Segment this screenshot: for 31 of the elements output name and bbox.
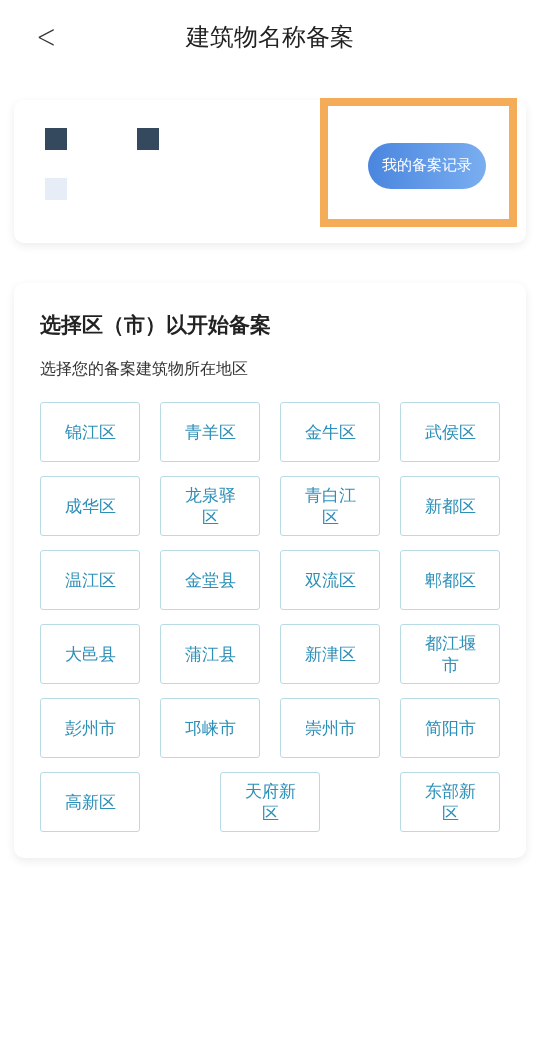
- region-button[interactable]: 青羊区: [160, 402, 260, 462]
- region-button[interactable]: 新都区: [400, 476, 500, 536]
- region-button[interactable]: 金堂县: [160, 550, 260, 610]
- region-button[interactable]: 彭州市: [40, 698, 140, 758]
- section-title: 选择区（市）以开始备案: [40, 312, 272, 339]
- region-button[interactable]: 锦江区: [40, 402, 140, 462]
- region-button[interactable]: 青白江区: [280, 476, 380, 536]
- redacted-block: [45, 127, 67, 150]
- region-button[interactable]: 成华区: [40, 476, 140, 536]
- region-button[interactable]: 温江区: [40, 550, 140, 610]
- redacted-block: [45, 177, 67, 200]
- region-button[interactable]: 都江堰市: [400, 624, 500, 684]
- my-records-button[interactable]: 我的备案记录: [368, 142, 486, 189]
- region-button[interactable]: 武侯区: [400, 402, 500, 462]
- region-button[interactable]: 龙泉驿区: [160, 476, 260, 536]
- region-button[interactable]: 郫都区: [400, 550, 500, 610]
- section-subtitle: 选择您的备案建筑物所在地区: [40, 359, 249, 380]
- region-button[interactable]: 新津区: [280, 624, 380, 684]
- region-button[interactable]: 高新区: [40, 772, 140, 832]
- region-button[interactable]: 大邑县: [40, 624, 140, 684]
- region-button[interactable]: 邛崃市: [160, 698, 260, 758]
- region-button[interactable]: 天府新区: [220, 772, 320, 832]
- region-button[interactable]: 东部新区: [400, 772, 500, 832]
- redacted-block: [137, 127, 159, 150]
- back-button[interactable]: <: [32, 16, 61, 56]
- region-button[interactable]: 简阳市: [400, 698, 500, 758]
- region-button[interactable]: 崇州市: [280, 698, 380, 758]
- page-title: 建筑物名称备案: [186, 22, 354, 53]
- region-button[interactable]: 蒲江县: [160, 624, 260, 684]
- region-button[interactable]: 双流区: [280, 550, 380, 610]
- region-button[interactable]: 金牛区: [280, 402, 380, 462]
